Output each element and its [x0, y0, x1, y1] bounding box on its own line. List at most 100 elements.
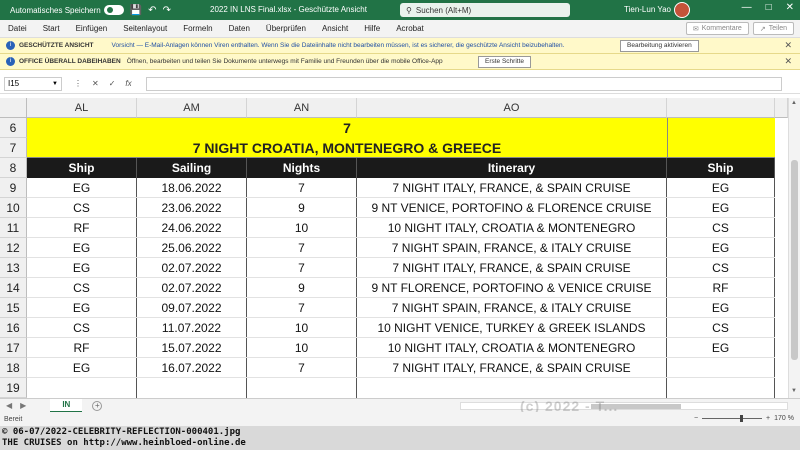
cell-nights[interactable]: 7: [247, 258, 357, 278]
cancel-icon[interactable]: ✕: [92, 79, 99, 88]
cell-itinerary[interactable]: 10 NIGHT ITALY, CROATIA & MONTENEGRO: [357, 218, 667, 238]
cell-empty[interactable]: [667, 378, 775, 398]
cell-nights[interactable]: 7: [247, 298, 357, 318]
cell-itinerary[interactable]: 7 NIGHT SPAIN, FRANCE, & ITALY CRUISE: [357, 298, 667, 318]
autosave-toggle[interactable]: [103, 5, 124, 15]
column-header-next-2[interactable]: [775, 98, 788, 118]
column-header-next[interactable]: [667, 98, 775, 118]
formula-input[interactable]: [146, 77, 782, 91]
menu-item-ansicht[interactable]: Ansicht: [314, 24, 356, 33]
row-header[interactable]: 12: [0, 238, 27, 258]
function-icon[interactable]: fx: [125, 79, 131, 88]
zoom-in-icon[interactable]: +: [766, 415, 770, 422]
user-name[interactable]: Tien-Lun Yao: [624, 5, 671, 14]
row-header[interactable]: 17: [0, 338, 27, 358]
comments-button[interactable]: ✉ Kommentare: [685, 22, 749, 35]
cell-nights[interactable]: 7: [247, 238, 357, 258]
cell-ship[interactable]: EG: [27, 358, 137, 378]
close-icon[interactable]: ✕: [786, 2, 794, 13]
save-icon[interactable]: 💾: [130, 5, 142, 16]
row-header[interactable]: 15: [0, 298, 27, 318]
chevron-left-icon[interactable]: ◀: [6, 401, 12, 410]
cell-itinerary[interactable]: 10 NIGHT VENICE, TURKEY & GREEK ISLANDS: [357, 318, 667, 338]
row-header[interactable]: 14: [0, 278, 27, 298]
cell-itinerary[interactable]: 7 NIGHT ITALY, FRANCE, & SPAIN CRUISE: [357, 358, 667, 378]
cell-sailing[interactable]: 16.07.2022: [137, 358, 247, 378]
cell-ship[interactable]: CS: [27, 198, 137, 218]
close-icon[interactable]: ✕: [784, 40, 792, 51]
cell-sailing[interactable]: 11.07.2022: [137, 318, 247, 338]
menu-item-hilfe[interactable]: Hilfe: [356, 24, 388, 33]
redo-icon[interactable]: ↷: [163, 5, 171, 16]
title-text[interactable]: 7 NIGHT CROATIA, MONTENEGRO & GREECE: [27, 139, 667, 158]
vertical-scrollbar[interactable]: ▲ ▼: [788, 98, 800, 398]
search-box[interactable]: ⚲ Suchen (Alt+M): [400, 3, 570, 17]
cell-ship-2[interactable]: EG: [667, 238, 775, 258]
cell-ship[interactable]: EG: [27, 298, 137, 318]
cell-ship-2[interactable]: CS: [667, 318, 775, 338]
zoom-out-icon[interactable]: −: [694, 415, 698, 422]
get-started-button[interactable]: Erste Schritte: [478, 55, 532, 68]
cell-sailing[interactable]: 18.06.2022: [137, 178, 247, 198]
cell-nights[interactable]: 10: [247, 318, 357, 338]
cell-ship[interactable]: CS: [27, 318, 137, 338]
cell-ship-2[interactable]: CS: [667, 258, 775, 278]
cell-empty[interactable]: [27, 378, 137, 398]
header-ship[interactable]: Ship: [27, 158, 137, 178]
cell-ship-2[interactable]: RF: [667, 278, 775, 298]
zoom-slider[interactable]: [702, 415, 763, 422]
row-header[interactable]: 10: [0, 198, 27, 218]
cell-itinerary[interactable]: 7 NIGHT ITALY, FRANCE, & SPAIN CRUISE: [357, 258, 667, 278]
cell-ship-2[interactable]: EG: [667, 338, 775, 358]
scroll-up-icon[interactable]: ▲: [791, 100, 797, 106]
add-sheet-icon[interactable]: +: [92, 400, 103, 411]
cell-ship[interactable]: CS: [27, 278, 137, 298]
row-header[interactable]: 8: [0, 158, 27, 178]
cell-empty[interactable]: [357, 378, 667, 398]
menu-item-daten[interactable]: Daten: [221, 24, 258, 33]
cell-nights[interactable]: 10: [247, 338, 357, 358]
row-header[interactable]: 18: [0, 358, 27, 378]
cell-nights[interactable]: 9: [247, 198, 357, 218]
row-header[interactable]: 9: [0, 178, 27, 198]
cell-sailing[interactable]: 02.07.2022: [137, 278, 247, 298]
maximize-icon[interactable]: □: [766, 2, 772, 13]
cell-ship-2[interactable]: EG: [667, 178, 775, 198]
row-header[interactable]: 11: [0, 218, 27, 238]
cell-empty[interactable]: [137, 378, 247, 398]
cell-nights[interactable]: 7: [247, 178, 357, 198]
menu-item-formeln[interactable]: Formeln: [175, 24, 220, 33]
title-number[interactable]: 7: [27, 119, 667, 138]
column-header-am[interactable]: AM: [137, 98, 247, 118]
column-header-ao[interactable]: AO: [357, 98, 667, 118]
menu-item-einfuegen[interactable]: Einfügen: [68, 24, 116, 33]
menu-item-start[interactable]: Start: [35, 24, 68, 33]
cell-itinerary[interactable]: 7 NIGHT SPAIN, FRANCE, & ITALY CRUISE: [357, 238, 667, 258]
cell-sailing[interactable]: 23.06.2022: [137, 198, 247, 218]
header-sailing[interactable]: Sailing: [137, 158, 247, 178]
cell-itinerary[interactable]: 9 NT FLORENCE, PORTOFINO & VENICE CRUISE: [357, 278, 667, 298]
minimize-icon[interactable]: —: [742, 2, 752, 13]
zoom-knob[interactable]: [740, 415, 744, 422]
header-nights[interactable]: Nights: [247, 158, 357, 178]
row-header[interactable]: 7: [0, 138, 27, 158]
cell-sailing[interactable]: 09.07.2022: [137, 298, 247, 318]
cell-ship[interactable]: EG: [27, 258, 137, 278]
cell-ship-2[interactable]: EG: [667, 198, 775, 218]
cell-empty[interactable]: [247, 378, 357, 398]
enable-editing-button[interactable]: Bearbeitung aktivieren: [620, 39, 699, 52]
cell-itinerary[interactable]: 7 NIGHT ITALY, FRANCE, & SPAIN CRUISE: [357, 178, 667, 198]
cell-ship[interactable]: EG: [27, 178, 137, 198]
cell-sailing[interactable]: 02.07.2022: [137, 258, 247, 278]
menu-item-acrobat[interactable]: Acrobat: [388, 24, 432, 33]
header-ship-2[interactable]: Ship: [667, 158, 775, 178]
cell-itinerary[interactable]: 9 NT VENICE, PORTOFINO & FLORENCE CRUISE: [357, 198, 667, 218]
cell-nights[interactable]: 9: [247, 278, 357, 298]
zoom-level[interactable]: 170 %: [774, 415, 794, 422]
menu-item-datei[interactable]: Datei: [0, 24, 35, 33]
column-header-al[interactable]: AL: [27, 98, 137, 118]
name-box[interactable]: I15 ▼: [4, 76, 62, 91]
avatar[interactable]: [674, 2, 690, 18]
select-all-corner[interactable]: [0, 98, 27, 118]
menu-item-ueberpruefen[interactable]: Überprüfen: [258, 24, 314, 33]
